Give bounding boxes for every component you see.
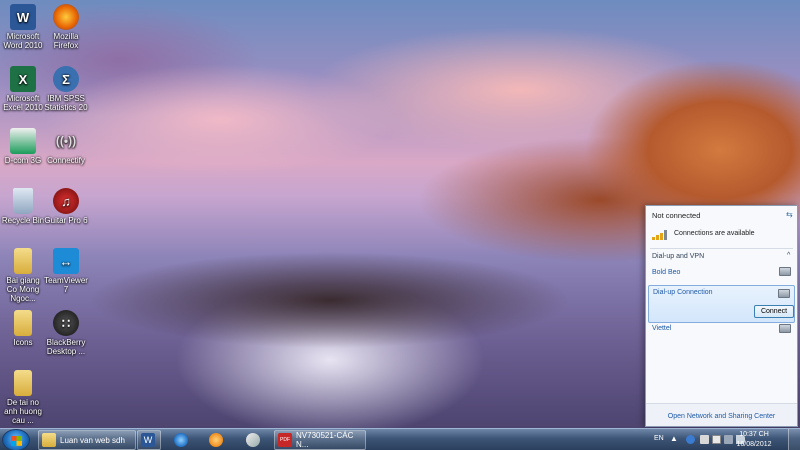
taskbar-word[interactable]: W — [137, 430, 161, 450]
system-tray: EN ▲ 10:37 CH 16/08/2012 — [650, 429, 800, 450]
show-desktop-button[interactable] — [788, 429, 800, 450]
pdf-icon: PDF — [278, 433, 292, 447]
desktop-icon-label: Mozilla Firefox — [53, 32, 79, 50]
connectify-icon: ((•)) — [55, 133, 77, 148]
desktop-icon-label: Bai giang Co Mong Ngoc... — [6, 276, 40, 303]
connection-item-dialup-selected[interactable]: Dial-up Connection Connect — [648, 285, 795, 323]
refresh-icon[interactable]: ⇆ — [786, 210, 796, 219]
connection-item-bold-beo[interactable]: Bold Beo — [646, 267, 797, 281]
teamviewer-icon: ↔ — [53, 248, 79, 274]
desktop-icon-label: Connectify — [47, 156, 85, 165]
desktop-icon-label: Microsoft Word 2010 — [3, 32, 43, 50]
availability-text: Connections are available — [674, 230, 755, 237]
desktop-icon-label: BlackBerry Desktop ... — [46, 338, 86, 356]
divider — [650, 248, 793, 249]
clock-time: 10:37 CH — [739, 431, 769, 438]
clock[interactable]: 10:37 CH 16/08/2012 — [727, 430, 781, 450]
modem-icon — [779, 324, 791, 333]
bluetooth-icon[interactable] — [686, 435, 695, 444]
desktop-icon-connectify[interactable]: ((•)) Connectify — [44, 128, 88, 166]
connection-name: Dial-up Connection — [653, 289, 713, 296]
start-button[interactable] — [2, 429, 30, 450]
word-icon: W — [10, 4, 36, 30]
desktop-icon-folder-icons[interactable]: Icons — [1, 310, 45, 347]
windows-logo-icon — [11, 436, 22, 446]
folder-icon — [42, 433, 56, 447]
modem-icon — [779, 267, 791, 276]
availability-row: Connections are available — [652, 226, 800, 242]
connection-name: Viettel — [652, 325, 672, 332]
media-player-icon — [209, 433, 223, 447]
clock-date: 16/08/2012 — [736, 441, 772, 448]
word-icon: W — [141, 433, 155, 447]
taskbar-snipping-tool[interactable] — [242, 430, 266, 450]
desktop-icon-label: IBM SPSS Statistics 20 — [44, 94, 88, 112]
folder-icon — [14, 370, 32, 396]
desktop-icon-folder-de-tai[interactable]: De tai no anh huong cau ... — [1, 370, 45, 425]
guitar-pro-icon: ♫ — [53, 188, 79, 214]
folder-icon — [14, 310, 32, 336]
connection-name: Bold Beo — [652, 269, 681, 276]
taskbar-window-pdf[interactable]: PDF NV730521-CÁC N... — [274, 430, 366, 450]
excel-icon: X — [10, 66, 36, 92]
desktop-icon-word[interactable]: W Microsoft Word 2010 — [1, 4, 45, 50]
desktop-icon-recycle-bin[interactable]: Recycle Bin — [1, 188, 45, 225]
desktop-icon-label: Icons — [13, 338, 33, 347]
connection-item-viettel[interactable]: Viettel — [646, 324, 797, 337]
network-connections-panel: Not connected ⇆ Connections are availabl… — [645, 205, 798, 427]
footer-link-text: Open Network and Sharing Center — [667, 413, 776, 420]
connect-button[interactable]: Connect — [754, 305, 794, 318]
taskbar-window-folder[interactable]: Luan van web sdh — [38, 430, 136, 450]
collapse-chevron-icon[interactable]: ^ — [787, 252, 790, 259]
firefox-icon — [53, 4, 79, 30]
folder-icon — [14, 248, 32, 274]
taskbar-window-label: Luan van web sdh — [60, 435, 125, 445]
taskbar-media-player[interactable] — [205, 430, 229, 450]
snipping-tool-icon — [246, 433, 260, 447]
taskbar: Luan van web sdh W PDF NV730521-CÁC N...… — [0, 428, 800, 450]
flag-icon[interactable] — [712, 435, 721, 444]
spss-icon: Σ — [53, 66, 79, 92]
open-network-sharing-center-link[interactable]: Open Network and Sharing Center — [646, 403, 797, 426]
desktop-icon-folder-bai-giang[interactable]: Bai giang Co Mong Ngoc... — [1, 248, 45, 303]
modem-icon — [778, 289, 790, 298]
desktop-icon-firefox[interactable]: Mozilla Firefox — [44, 4, 88, 50]
device-icon[interactable] — [700, 435, 709, 444]
desktop-icon-label: TeamViewer 7 — [44, 276, 88, 294]
desktop-icon-label: Recycle Bin — [1, 216, 45, 225]
desktop-icon-label: Microsoft Excel 2010 — [3, 94, 43, 112]
dcom-icon — [10, 128, 36, 154]
show-hidden-icons-icon[interactable]: ▲ — [670, 434, 678, 443]
desktop-icon-label: D-com 3G — [4, 156, 42, 165]
desktop-icon-guitar-pro[interactable]: ♫ Guitar Pro 6 — [44, 188, 88, 225]
internet-explorer-icon — [174, 433, 188, 447]
desktop-icon-label: De tai no anh huong cau ... — [4, 398, 42, 425]
language-indicator[interactable]: EN — [654, 435, 664, 442]
recycle-bin-icon — [13, 188, 33, 214]
desktop-icon-blackberry[interactable]: ∷ BlackBerry Desktop ... — [44, 310, 88, 356]
desktop-icon-spss[interactable]: Σ IBM SPSS Statistics 20 — [44, 66, 88, 112]
network-status: Not connected — [652, 211, 701, 220]
taskbar-window-label: NV730521-CÁC N... — [296, 431, 354, 449]
taskbar-internet-explorer[interactable] — [170, 430, 194, 450]
desktop-icon-teamviewer[interactable]: ↔ TeamViewer 7 — [44, 248, 88, 294]
desktop-icon-excel[interactable]: X Microsoft Excel 2010 — [1, 66, 45, 112]
signal-bars-icon — [652, 228, 670, 240]
desktop-icon-label: Guitar Pro 6 — [44, 216, 88, 225]
blackberry-icon: ∷ — [53, 310, 79, 336]
desktop-icon-dcom[interactable]: D-com 3G — [1, 128, 45, 165]
section-title: Dial-up and VPN — [652, 253, 705, 260]
